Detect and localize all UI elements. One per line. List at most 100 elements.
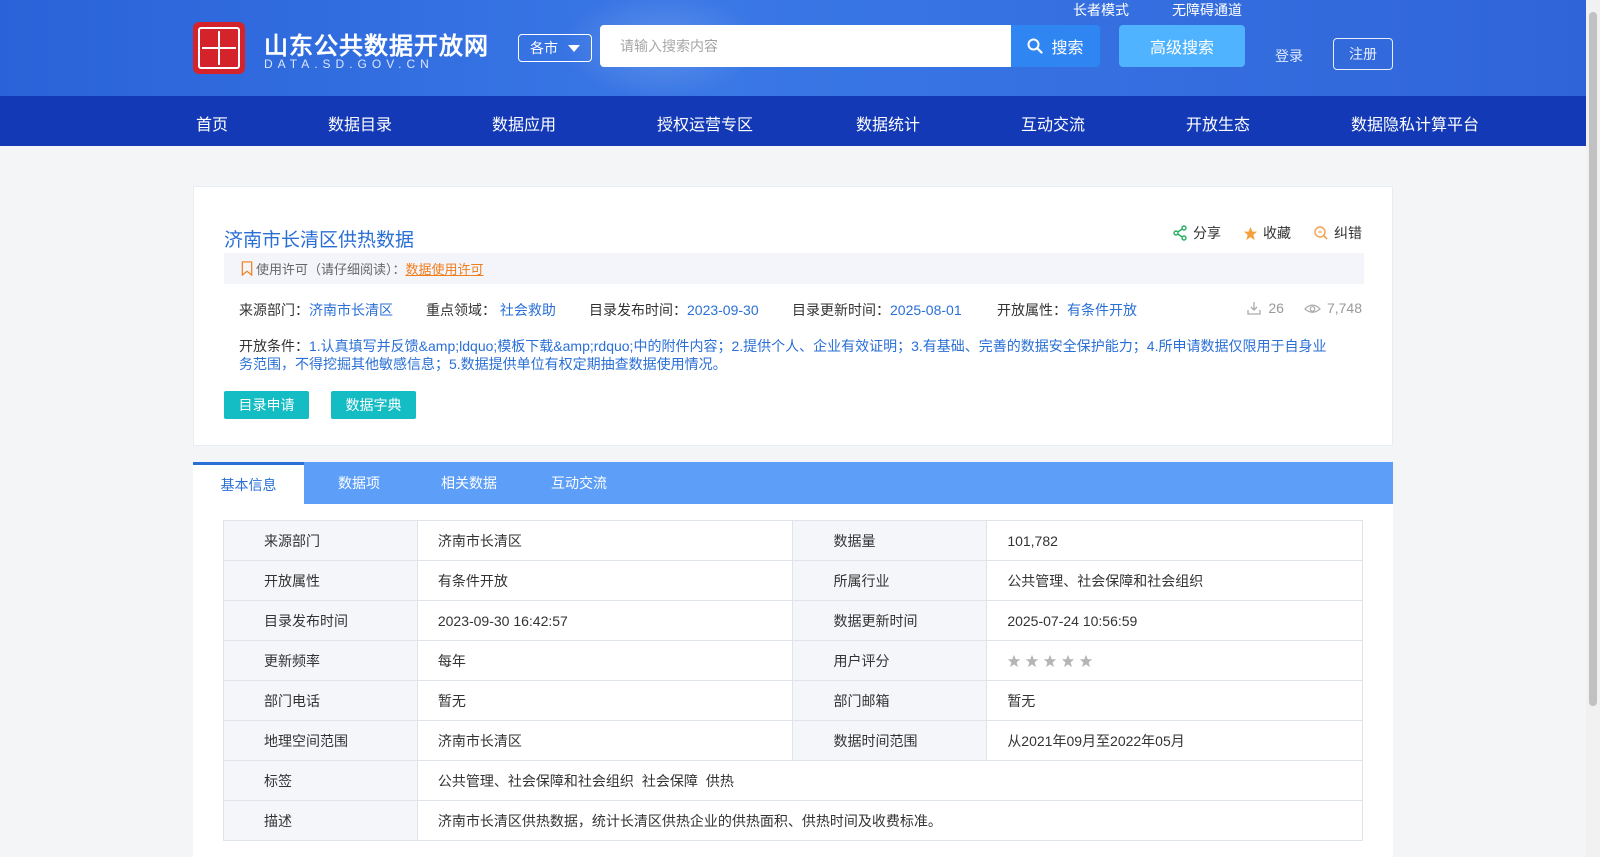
view-count-value: 7,748 bbox=[1326, 300, 1362, 316]
table-row: 标签 公共管理、社会保障和社会组织 社会保障 供热 bbox=[223, 760, 1364, 801]
login-link[interactable]: 登录 bbox=[1275, 46, 1303, 66]
info-key: 部门电话 bbox=[223, 680, 418, 721]
info-value: 每年 bbox=[416, 640, 794, 681]
open-conditions-text: 1.认真填写并反馈&amp;ldquo;模板下载&amp;rdquo;中的附件内… bbox=[239, 338, 1327, 372]
meta-update-label: 目录更新时间： bbox=[792, 302, 890, 318]
share-icon bbox=[1173, 225, 1187, 241]
table-row: 更新频率 每年 用户评分 bbox=[223, 640, 1363, 681]
favorite-button[interactable]: 收藏 bbox=[1243, 223, 1291, 243]
star-icon[interactable] bbox=[1061, 654, 1075, 668]
table-row: 目录发布时间 2023-09-30 16:42:57 数据更新时间 2025-0… bbox=[223, 600, 1363, 641]
tab-interaction[interactable]: 互动交流 bbox=[524, 462, 634, 504]
info-key: 更新频率 bbox=[223, 640, 418, 681]
star-icon[interactable] bbox=[1043, 654, 1057, 668]
info-key: 数据更新时间 bbox=[792, 600, 988, 641]
share-label: 分享 bbox=[1193, 225, 1221, 241]
nav-privacy-computing[interactable]: 数据隐私计算平台 bbox=[1351, 111, 1479, 135]
basic-info-panel: 来源部门 济南市长清区 数据量 101,782 开放属性 有条件开放 所属行业 … bbox=[193, 504, 1393, 857]
info-key: 标签 bbox=[223, 760, 418, 801]
search-input[interactable] bbox=[600, 25, 1011, 67]
meta-publish-label: 目录发布时间： bbox=[589, 302, 687, 318]
star-icon[interactable] bbox=[1007, 654, 1021, 668]
open-conditions-label: 开放条件： bbox=[239, 338, 309, 354]
favorite-label: 收藏 bbox=[1263, 225, 1291, 241]
star-icon bbox=[1243, 226, 1258, 240]
meta-domain-label: 重点领域： bbox=[426, 302, 496, 318]
advanced-search-button[interactable]: 高级搜索 bbox=[1119, 25, 1245, 67]
logo-seal-icon[interactable] bbox=[193, 22, 245, 74]
info-value: 2025-07-24 10:56:59 bbox=[986, 600, 1363, 641]
rating-value bbox=[986, 640, 1363, 681]
meta-open-attr: 开放属性：有条件开放 bbox=[997, 300, 1137, 320]
dataset-stats: 26 7,748 bbox=[1246, 300, 1362, 316]
rating-stars[interactable] bbox=[1007, 654, 1342, 668]
info-value: 济南市长清区 bbox=[416, 520, 794, 561]
table-row: 部门电话 暂无 部门邮箱 暂无 bbox=[223, 680, 1363, 721]
search-button[interactable]: 搜索 bbox=[1011, 25, 1100, 67]
tab-data-items[interactable]: 数据项 bbox=[304, 462, 414, 504]
site-name[interactable]: 山东公共数据开放网 bbox=[264, 26, 489, 61]
info-value: 101,782 bbox=[986, 520, 1363, 561]
meta-open-value: 有条件开放 bbox=[1067, 302, 1137, 318]
info-key: 描述 bbox=[223, 800, 418, 841]
meta-open-label: 开放属性： bbox=[997, 302, 1067, 318]
download-icon bbox=[1247, 302, 1262, 315]
tag: 社会保障 bbox=[641, 772, 698, 789]
info-value: 暂无 bbox=[986, 680, 1363, 721]
tab-basic-info[interactable]: 基本信息 bbox=[193, 462, 304, 504]
accessibility-link[interactable]: 无障碍通道 bbox=[1172, 0, 1242, 20]
info-key: 所属行业 bbox=[792, 560, 988, 601]
info-key: 开放属性 bbox=[223, 560, 418, 601]
table-row: 地理空间范围 济南市长清区 数据时间范围 从2021年09月至2022年05月 bbox=[223, 720, 1363, 761]
main-nav: 首页 数据目录 数据应用 授权运营专区 数据统计 互动交流 开放生态 数据隐私计… bbox=[0, 96, 1600, 146]
tags-value: 公共管理、社会保障和社会组织 社会保障 供热 bbox=[416, 760, 1364, 801]
info-key: 目录发布时间 bbox=[223, 600, 418, 641]
nav-authorized-ops[interactable]: 授权运营专区 bbox=[657, 111, 753, 135]
license-link[interactable]: 数据使用许可 bbox=[406, 259, 484, 278]
data-dictionary-button[interactable]: 数据字典 bbox=[331, 391, 416, 419]
detail-tabs: 基本信息 数据项 相关数据 互动交流 bbox=[193, 462, 1393, 504]
nav-data-apps[interactable]: 数据应用 bbox=[492, 111, 556, 135]
info-key: 部门邮箱 bbox=[792, 680, 988, 721]
site-header: 山东公共数据开放网 DATA.SD.GOV.CN 各市 搜索 高级搜索 长者模式… bbox=[0, 0, 1600, 96]
search-icon bbox=[1027, 38, 1044, 54]
report-error-label: 纠错 bbox=[1334, 225, 1362, 241]
description-value: 济南市长清区供热数据，统计长清区供热企业的供热面积、供热时间及收费标准。 bbox=[416, 800, 1364, 841]
nav-home[interactable]: 首页 bbox=[196, 111, 228, 135]
catalog-apply-button[interactable]: 目录申请 bbox=[224, 391, 309, 419]
scrollbar-thumb[interactable] bbox=[1589, 12, 1597, 706]
city-select[interactable]: 各市 bbox=[518, 34, 592, 62]
info-value: 从2021年09月至2022年05月 bbox=[986, 720, 1363, 761]
register-button[interactable]: 注册 bbox=[1333, 38, 1393, 70]
share-button[interactable]: 分享 bbox=[1172, 223, 1221, 243]
tag: 公共管理、社会保障和社会组织 bbox=[437, 772, 634, 789]
info-key: 用户评分 bbox=[792, 640, 988, 681]
dataset-actions: 分享 收藏 纠错 bbox=[1172, 223, 1362, 243]
meta-publish-value: 2023-09-30 bbox=[687, 302, 759, 318]
info-value: 公共管理、社会保障和社会组织 bbox=[986, 560, 1363, 601]
info-value: 暂无 bbox=[416, 680, 794, 721]
meta-domain-value[interactable]: 社会救助 bbox=[500, 302, 556, 318]
info-key: 来源部门 bbox=[223, 520, 418, 561]
download-count-value: 26 bbox=[1268, 300, 1284, 316]
site-domain: DATA.SD.GOV.CN bbox=[264, 57, 434, 71]
meta-source-value[interactable]: 济南市长清区 bbox=[309, 302, 393, 318]
nav-interaction[interactable]: 互动交流 bbox=[1021, 111, 1085, 135]
open-conditions: 开放条件：1.认真填写并反馈&amp;ldquo;模板下载&amp;rdquo;… bbox=[239, 337, 1339, 373]
license-prefix: 使用许可（请仔细阅读）： bbox=[256, 262, 406, 277]
star-icon[interactable] bbox=[1025, 654, 1039, 668]
page-scrollbar[interactable] bbox=[1586, 0, 1600, 857]
search-button-label: 搜索 bbox=[1051, 40, 1084, 57]
dataset-card: 济南市长清区供热数据 分享 收藏 纠错 使用许可（请仔细阅读）： 数据使用许可 … bbox=[193, 186, 1393, 446]
star-icon[interactable] bbox=[1079, 654, 1093, 668]
report-error-button[interactable]: 纠错 bbox=[1313, 223, 1362, 243]
info-value: 有条件开放 bbox=[416, 560, 794, 601]
elder-mode-link[interactable]: 长者模式 bbox=[1073, 0, 1129, 20]
info-key: 数据量 bbox=[792, 520, 988, 561]
basic-info-table: 来源部门 济南市长清区 数据量 101,782 开放属性 有条件开放 所属行业 … bbox=[223, 520, 1364, 841]
dataset-title: 济南市长清区供热数据 bbox=[224, 230, 415, 251]
nav-data-stats[interactable]: 数据统计 bbox=[856, 111, 920, 135]
nav-open-ecosystem[interactable]: 开放生态 bbox=[1186, 111, 1250, 135]
tab-related-data[interactable]: 相关数据 bbox=[414, 462, 524, 504]
nav-data-catalog[interactable]: 数据目录 bbox=[328, 111, 392, 135]
